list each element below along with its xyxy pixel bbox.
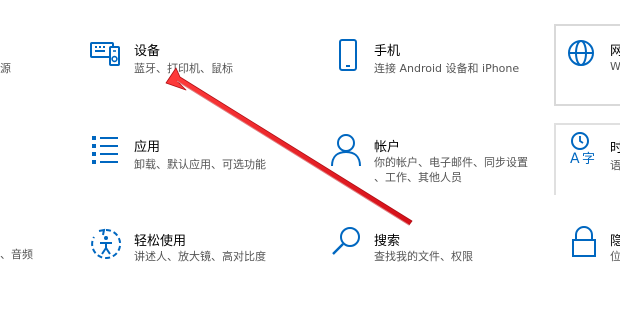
apps-icon — [88, 132, 124, 168]
phone-title: 手机 — [374, 44, 401, 59]
apps-title: 应用 — [134, 140, 161, 155]
ease-of-access-icon — [88, 226, 124, 262]
globe-icon — [566, 38, 602, 74]
network-desc: W — [610, 60, 620, 73]
apps-desc: 卸载、默认应用、可选功能 — [134, 158, 266, 171]
search-title: 搜索 — [374, 234, 401, 249]
apps-tile[interactable]: 应用 卸载、默认应用、可选功能 — [80, 126, 280, 186]
ease-of-access-desc: 讲述人、放大镜、高对比度 — [134, 250, 266, 263]
network-title: 网 — [610, 44, 620, 59]
devices-tile[interactable]: 设备 蓝牙、打印机、鼠标 — [80, 30, 280, 90]
privacy-tile[interactable]: 隐 位 — [556, 222, 620, 282]
accounts-desc-line1: 你的帐户、电子邮件、同步设置 — [374, 156, 528, 169]
left-top-desc: 源 — [0, 62, 11, 75]
time-language-tile[interactable]: A 字 时 语 — [554, 123, 620, 195]
time-language-title: 时 — [610, 141, 620, 156]
devices-title: 设备 — [134, 44, 161, 59]
person-icon — [328, 132, 364, 168]
time-language-icon: A 字 — [568, 131, 604, 167]
accounts-title: 帐户 — [374, 140, 401, 155]
lock-icon — [566, 224, 602, 260]
devices-desc: 蓝牙、打印机、鼠标 — [134, 62, 233, 75]
ease-of-access-title: 轻松使用 — [134, 234, 187, 249]
left-bottom-desc: 、音频 — [0, 248, 33, 261]
search-icon — [328, 224, 364, 260]
phone-desc: 连接 Android 设备和 iPhone — [374, 62, 520, 75]
accounts-tile[interactable]: 帐户 你的帐户、电子邮件、同步设置 、工作、其他人员 — [324, 126, 544, 190]
ease-of-access-tile[interactable]: 轻松使用 讲述人、放大镜、高对比度 — [80, 222, 300, 282]
privacy-title: 隐 — [610, 234, 620, 249]
search-tile[interactable]: 搜索 查找我的文件、权限 — [324, 222, 544, 282]
time-language-desc: 语 — [610, 159, 620, 172]
svg-text:字: 字 — [582, 152, 595, 167]
search-desc: 查找我的文件、权限 — [374, 250, 473, 263]
privacy-desc: 位 — [610, 250, 620, 263]
accounts-desc-line2: 、工作、其他人员 — [374, 171, 462, 184]
devices-icon — [88, 38, 124, 74]
phone-tile[interactable]: 手机 连接 Android 设备和 iPhone — [324, 30, 544, 90]
svg-text:A: A — [570, 151, 580, 167]
phone-icon — [330, 38, 366, 74]
network-tile[interactable]: 网 W — [554, 24, 620, 106]
